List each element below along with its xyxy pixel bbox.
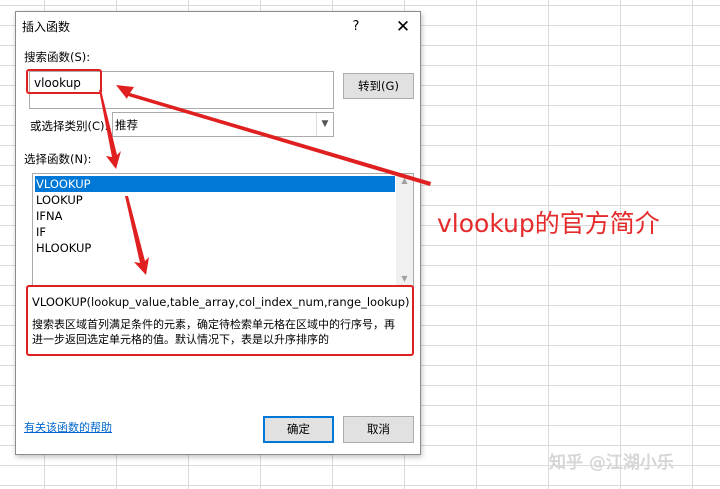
watermark: 知乎 @江湖小乐 [549, 453, 674, 473]
annotation-arrows [99, 85, 431, 275]
arrow-to-list [99, 90, 121, 169]
arrow-to-search [116, 85, 431, 186]
arrow-to-description [125, 196, 149, 275]
annotation-text: vlookup的官方简介 [437, 209, 660, 238]
